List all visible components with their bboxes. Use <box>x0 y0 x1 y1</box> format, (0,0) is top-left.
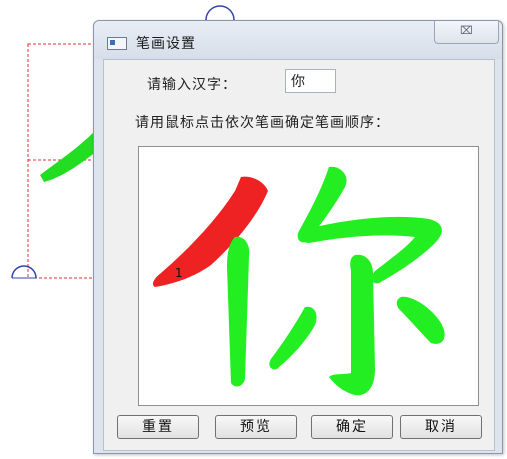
close-button[interactable]: ⌧ <box>434 21 499 44</box>
character-input-field[interactable]: 你 <box>285 69 336 93</box>
rotate-handle-top[interactable] <box>205 5 235 21</box>
stroke-5[interactable] <box>329 254 375 396</box>
resize-handle-bottom-left[interactable] <box>11 265 37 279</box>
stroke-settings-dialog: 笔画设置 ⌧ 请输入汉字： 你 请用鼠标点击依次笔画确定笔画顺序： 1 重置 预… <box>93 20 503 454</box>
stroke-2[interactable] <box>227 236 250 387</box>
preview-button[interactable]: 预览 <box>215 415 297 439</box>
stroke-order-canvas[interactable]: 1 <box>138 146 479 406</box>
cancel-button[interactable]: 取消 <box>400 415 482 439</box>
stroke-7[interactable] <box>396 296 445 344</box>
dialog-title: 笔画设置 <box>136 36 196 52</box>
title-bar[interactable]: 笔画设置 ⌧ <box>94 21 502 59</box>
background-stroke-fragment <box>40 130 98 182</box>
stroke-order-marker: 1 <box>175 266 183 280</box>
character-input-label: 请输入汉字： <box>147 77 237 93</box>
stroke-6[interactable] <box>269 306 317 370</box>
stroke-1-selected[interactable] <box>153 176 268 287</box>
character-strokes: 1 <box>153 166 445 396</box>
reset-button[interactable]: 重置 <box>117 415 199 439</box>
close-icon: ⌧ <box>460 24 473 37</box>
confirm-button[interactable]: 确定 <box>311 415 393 439</box>
stroke-order-instruction: 请用鼠标点击依次笔画确定笔画顺序： <box>135 115 390 131</box>
dialog-client-area: 请输入汉字： 你 请用鼠标点击依次笔画确定笔画顺序： 1 重置 预览 确定 取消 <box>103 59 495 451</box>
app-window-icon <box>107 37 127 50</box>
